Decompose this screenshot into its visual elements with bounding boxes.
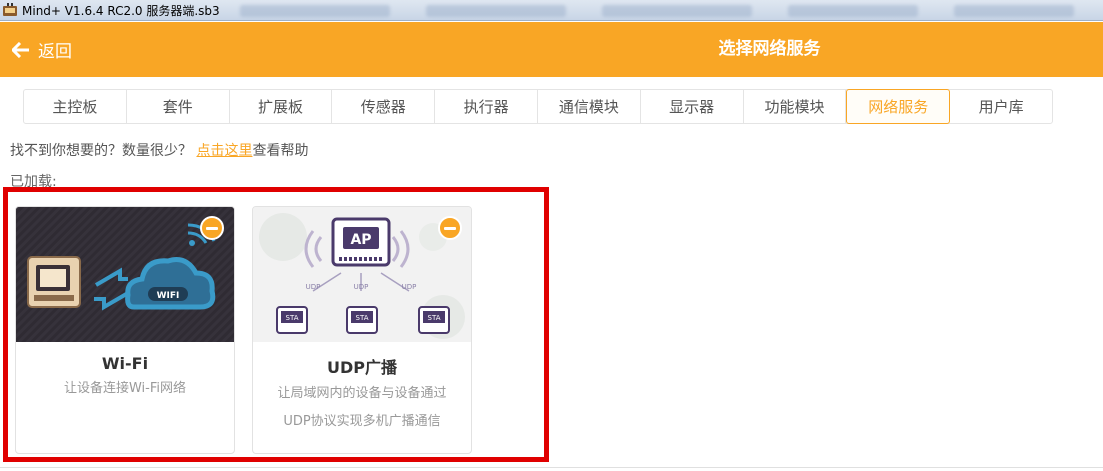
udp-link-middle: UDP (354, 283, 369, 291)
tab-displays[interactable]: 显示器 (641, 90, 744, 123)
background-window-tabs (230, 2, 1103, 19)
minus-icon (206, 226, 218, 230)
sta-label-right: STA (428, 314, 441, 322)
help-suffix: 查看帮助 (252, 143, 309, 159)
sta-label-middle: STA (356, 314, 369, 322)
minus-icon (444, 226, 456, 230)
tab-sensors[interactable]: 传感器 (332, 90, 436, 123)
bottom-divider (0, 467, 1103, 468)
back-label: 返回 (38, 42, 72, 62)
udp-link-right: UDP (402, 283, 417, 291)
wifi-card[interactable]: WIFI Wi-Fi 让设备连接Wi-Fi网络 (15, 206, 235, 454)
udp-card-desc-line2: UDP协议实现多机广播通信 (283, 414, 441, 429)
tab-function-modules[interactable]: 功能模块 (744, 90, 847, 123)
help-link[interactable]: 点击这里 (196, 143, 252, 159)
window-title: Mind+ V1.6.4 RC2.0 服务器端.sb3 (22, 3, 220, 18)
wifi-badge-label: WIFI (157, 291, 180, 301)
window-titlebar: Mind+ V1.6.4 RC2.0 服务器端.sb3 (0, 0, 1103, 21)
udp-remove-button[interactable] (438, 216, 462, 240)
header-bar: 选择网络服务 返回 (0, 22, 1103, 77)
tab-network-services[interactable]: 网络服务 (846, 89, 951, 124)
category-tabs: 主控板 套件 扩展板 传感器 执行器 通信模块 显示器 功能模块 网络服务 用户… (23, 89, 1053, 124)
tab-kits[interactable]: 套件 (127, 90, 230, 123)
help-text: 找不到你想要的？数量很少？ 点击这里查看帮助 (10, 140, 308, 160)
tab-main-board[interactable]: 主控板 (24, 90, 127, 123)
tab-communication[interactable]: 通信模块 (538, 90, 641, 123)
tab-expansion-board[interactable]: 扩展板 (230, 90, 333, 123)
tab-actuators[interactable]: 执行器 (435, 90, 538, 123)
udp-card-title: UDP广播 (326, 358, 397, 377)
wifi-remove-button[interactable] (200, 216, 224, 240)
udp-card-desc-line1: 让局域网内的设备与设备通过 (277, 386, 447, 401)
back-button[interactable]: 返回 (12, 22, 72, 77)
ap-label: AP (350, 232, 371, 248)
arrow-left-icon (12, 41, 29, 58)
wifi-card-desc: 让设备连接Wi-Fi网络 (63, 381, 186, 396)
help-prefix: 找不到你想要的？数量很少？ (10, 143, 197, 159)
mindplus-app-icon (3, 3, 17, 16)
page-title: 选择网络服务 (718, 39, 821, 59)
udp-card[interactable]: AP UDP UDP UDP STA STA STA UDP广播 让局域网内的设… (252, 206, 472, 454)
wifi-card-title: Wi-Fi (101, 354, 149, 373)
udp-link-left: UDP (306, 283, 321, 291)
sta-label-left: STA (286, 314, 299, 322)
tab-user-library[interactable]: 用户库 (950, 90, 1052, 123)
